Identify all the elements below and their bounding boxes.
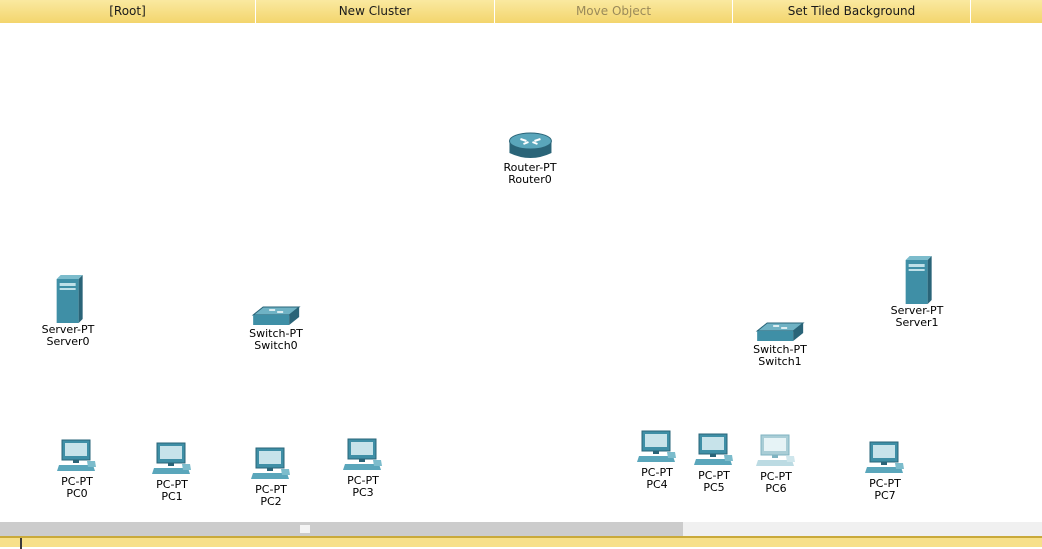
- pc-icon: [637, 430, 676, 462]
- horizontal-scrollbar[interactable]: [0, 522, 1042, 536]
- pc-icon: [756, 434, 795, 466]
- switch0-name-label: Switch0: [254, 339, 298, 352]
- pc4-name-label: PC4: [646, 478, 668, 491]
- router-icon: [508, 132, 552, 158]
- server1-name-label: Server1: [895, 316, 939, 329]
- switch-icon: [251, 306, 301, 325]
- server-icon: [905, 256, 932, 304]
- switch-icon: [755, 322, 805, 341]
- move-object-button[interactable]: Move Object: [495, 0, 733, 23]
- pc5-device[interactable]: PC-PT PC5: [694, 433, 734, 494]
- scrollbar-track[interactable]: [0, 522, 683, 536]
- scrollbar-thumb[interactable]: [300, 525, 310, 533]
- pc3-device[interactable]: PC-PT PC3: [343, 438, 383, 499]
- pc0-device[interactable]: PC-PT PC0: [57, 439, 97, 500]
- server-icon: [56, 275, 83, 323]
- pc-icon: [251, 447, 290, 479]
- pc4-device[interactable]: PC-PT PC4: [637, 430, 677, 491]
- pc6-name-label: PC6: [765, 482, 787, 495]
- pc7-device[interactable]: PC-PT PC7: [865, 441, 905, 502]
- server0-device[interactable]: Server-PT Server0: [42, 275, 94, 348]
- switch1-device[interactable]: Switch-PT Switch1: [753, 321, 807, 368]
- server1-device[interactable]: Server-PT Server1: [891, 256, 943, 329]
- new-cluster-button[interactable]: New Cluster: [256, 0, 495, 23]
- switch0-device[interactable]: Switch-PT Switch0: [249, 305, 303, 352]
- pc0-name-label: PC0: [66, 487, 88, 500]
- pc1-name-label: PC1: [161, 490, 183, 503]
- set-tiled-background-button[interactable]: Set Tiled Background: [733, 0, 971, 23]
- pc-icon: [865, 441, 904, 473]
- pc7-name-label: PC7: [874, 489, 896, 502]
- switch1-name-label: Switch1: [758, 355, 802, 368]
- pc-icon: [57, 439, 96, 471]
- pc5-name-label: PC5: [703, 481, 725, 494]
- pc2-device[interactable]: PC-PT PC2: [251, 447, 291, 508]
- pc6-device[interactable]: PC-PT PC6: [756, 434, 796, 495]
- pc-icon: [343, 438, 382, 470]
- router0-name-label: Router0: [508, 173, 552, 186]
- pc-icon: [152, 442, 191, 474]
- server0-name-label: Server0: [46, 335, 90, 348]
- logical-workspace[interactable]: Router-PT Router0 Server-PT Server0 Serv…: [0, 25, 1042, 522]
- pc3-name-label: PC3: [352, 486, 374, 499]
- router0-device[interactable]: Router-PT Router0: [503, 131, 557, 186]
- bottom-toolbar: [0, 536, 1042, 549]
- pc-icon: [694, 433, 733, 465]
- workspace-toolbar: [Root] New Cluster Move Object Set Tiled…: [0, 0, 1042, 23]
- toolbar-spacer: [971, 0, 1042, 23]
- root-button[interactable]: [Root]: [0, 0, 256, 23]
- pc2-name-label: PC2: [260, 495, 282, 508]
- bottom-divider: [20, 538, 22, 549]
- pc1-device[interactable]: PC-PT PC1: [152, 442, 192, 503]
